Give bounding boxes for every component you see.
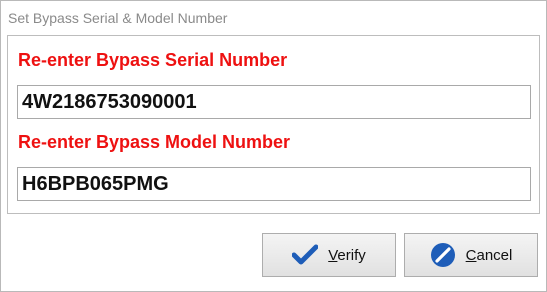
cancel-button[interactable]: Cancel <box>404 233 538 277</box>
form-panel: Re-enter Bypass Serial Number Re-enter B… <box>7 35 540 214</box>
title-bar: Set Bypass Serial & Model Number <box>1 1 546 35</box>
cancel-button-label: Cancel <box>465 246 513 264</box>
serial-number-input[interactable] <box>17 85 531 119</box>
cancel-icon <box>430 242 456 268</box>
model-number-input[interactable] <box>17 167 531 201</box>
verify-button[interactable]: Verify <box>262 233 396 277</box>
window-title: Set Bypass Serial & Model Number <box>8 10 228 26</box>
bypass-dialog: Set Bypass Serial & Model Number Re-ente… <box>0 0 547 292</box>
model-number-label: Re-enter Bypass Model Number <box>18 132 291 152</box>
verify-button-label: Verify <box>328 246 366 264</box>
serial-number-label: Re-enter Bypass Serial Number <box>18 50 288 70</box>
checkmark-icon <box>292 242 319 268</box>
